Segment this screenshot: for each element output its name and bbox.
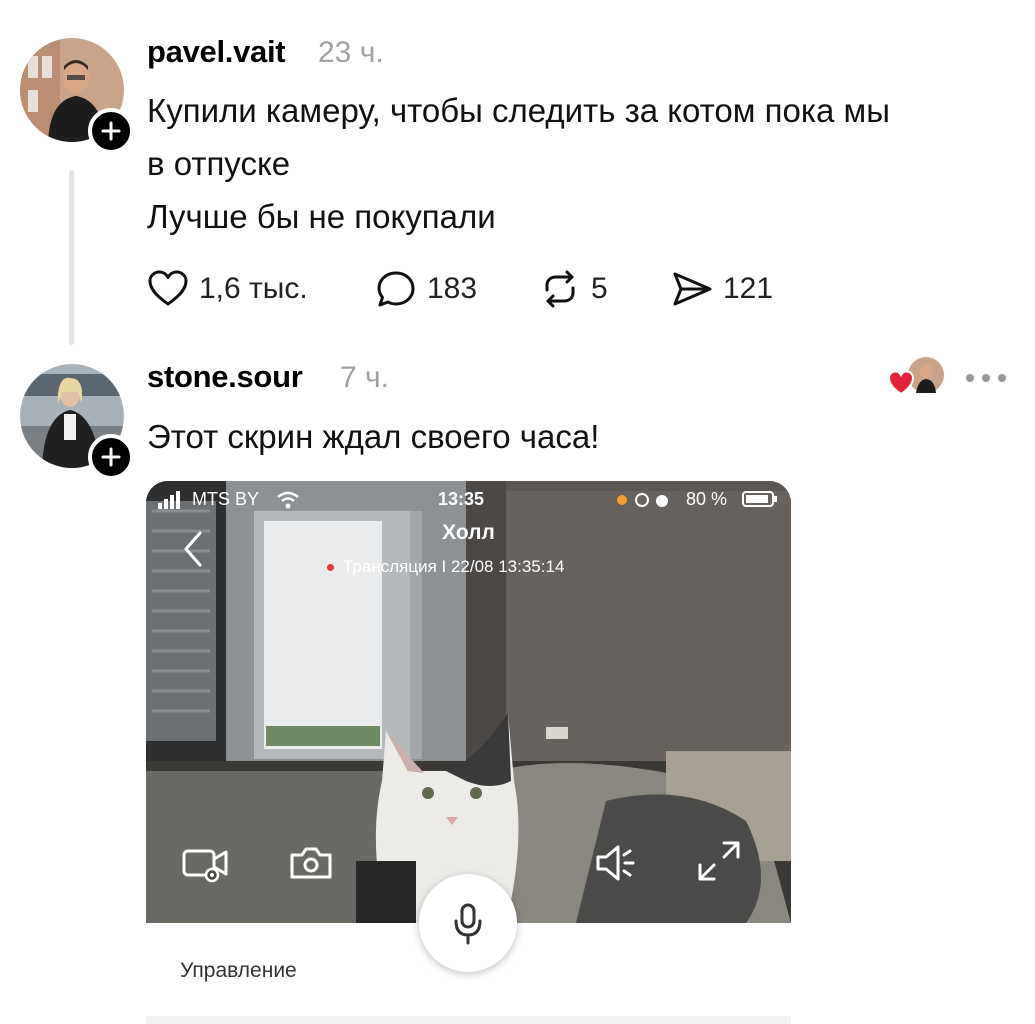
more-icon xyxy=(982,374,990,382)
speaker-icon xyxy=(596,845,635,881)
snapshot-button[interactable] xyxy=(288,843,334,883)
comment-icon xyxy=(377,271,415,307)
more-icon xyxy=(998,374,1006,382)
follow-button[interactable] xyxy=(88,108,134,154)
plus-icon xyxy=(101,447,121,467)
heart-icon xyxy=(887,370,915,396)
camera-feed-image xyxy=(146,481,791,923)
control-label[interactable]: Управление xyxy=(180,959,297,983)
post-text-line: Лучше бы не покупали xyxy=(147,198,496,235)
post-text-line: Купили камеру, чтобы следить за котом по… xyxy=(147,92,890,129)
status-indicators-icon xyxy=(617,493,668,507)
heart-icon xyxy=(148,270,188,306)
share-button[interactable]: 121 xyxy=(671,266,773,312)
camera-name: Холл xyxy=(442,521,495,544)
battery-level: 80 % xyxy=(686,489,728,509)
fullscreen-icon xyxy=(698,841,740,881)
signal-icon xyxy=(158,491,180,509)
comment-button[interactable]: 183 xyxy=(375,266,477,312)
thread-line xyxy=(69,170,74,345)
record-video-icon xyxy=(182,849,228,883)
like-count: 1,6 тыс. xyxy=(199,272,308,305)
fullscreen-button[interactable] xyxy=(696,839,742,881)
microphone-button[interactable] xyxy=(419,874,517,972)
send-icon xyxy=(673,272,712,306)
wifi-icon xyxy=(277,491,299,509)
more-icon xyxy=(966,374,974,382)
post-time: 7 ч. xyxy=(340,361,389,394)
post-username[interactable]: pavel.vait xyxy=(147,34,286,70)
sound-button[interactable] xyxy=(594,843,640,883)
author-liked-reaction xyxy=(887,356,946,400)
phone-clock: 13:35 xyxy=(438,489,485,509)
comment-count: 183 xyxy=(427,272,478,305)
more-options-button[interactable] xyxy=(962,365,1010,391)
follow-button[interactable] xyxy=(88,434,134,480)
divider xyxy=(146,1016,791,1024)
post-username[interactable]: stone.sour xyxy=(147,359,303,395)
post-time: 23 ч. xyxy=(318,36,384,69)
repost-icon xyxy=(545,270,575,308)
post-text-line: в отпуске xyxy=(147,145,291,182)
share-count: 121 xyxy=(723,272,774,305)
plus-icon xyxy=(101,121,121,141)
record-video-button[interactable] xyxy=(182,843,228,883)
stream-status: Трансляция I 22/08 13:35:14 xyxy=(343,557,565,576)
phone-status-bar: MTS BY 13:35 80 % xyxy=(146,489,791,515)
repost-count: 5 xyxy=(591,272,608,305)
camera-icon xyxy=(290,847,332,879)
like-button[interactable]: 1,6 тыс. xyxy=(147,266,308,312)
post-actions: 1,6 тыс. 183 5 121 xyxy=(147,266,797,312)
embedded-screenshot[interactable]: MTS BY 13:35 80 % Холл Трансляция I 22/0… xyxy=(146,481,791,1024)
repost-button[interactable]: 5 xyxy=(539,266,608,312)
live-indicator xyxy=(327,564,334,571)
post-text: Этот скрин ждал своего часа! xyxy=(147,418,600,455)
microphone-icon xyxy=(454,903,482,945)
carrier-name: MTS BY xyxy=(192,489,260,509)
battery-icon xyxy=(742,491,777,507)
